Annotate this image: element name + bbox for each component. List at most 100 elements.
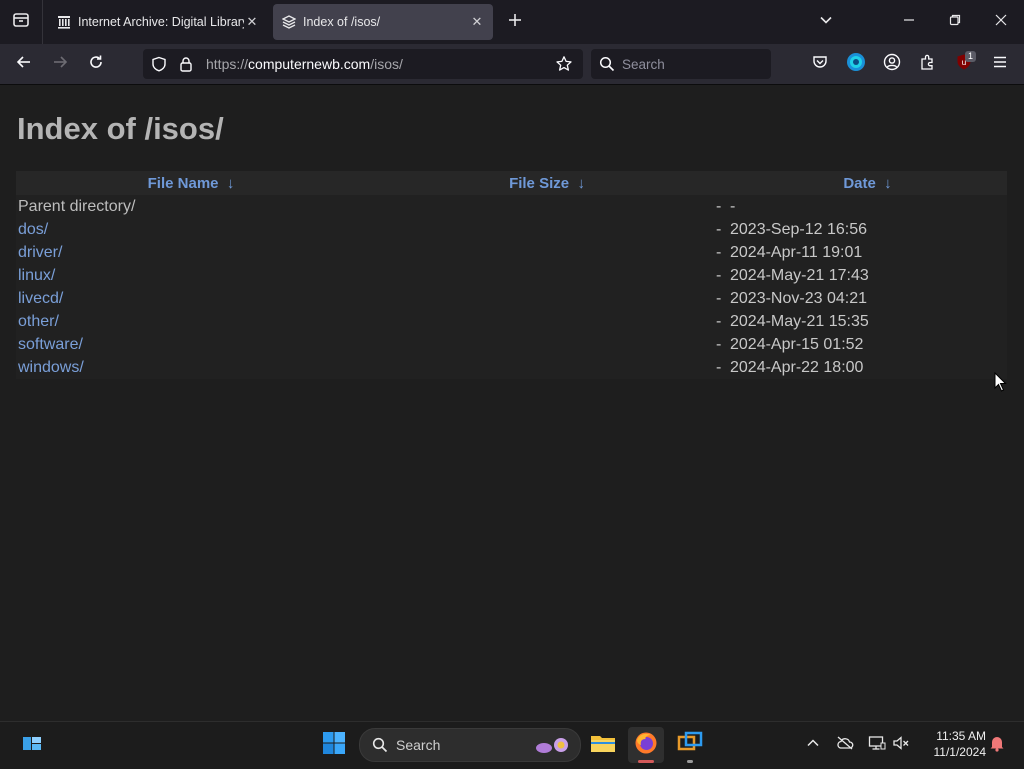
table-row: linux/ -2024-May-21 17:43: [16, 264, 1007, 287]
taskbar-search-label: Search: [396, 737, 441, 753]
folder-icon: [590, 732, 616, 759]
url-path: /isos/: [370, 56, 403, 72]
account-button[interactable]: [876, 48, 908, 80]
directory-link[interactable]: dos/: [18, 221, 48, 238]
lock-icon[interactable]: [179, 56, 193, 77]
page-title: Index of /isos/: [17, 111, 224, 146]
directory-link[interactable]: linux/: [18, 267, 55, 284]
firefox-taskbar-button[interactable]: [628, 727, 664, 763]
directory-link[interactable]: software/: [18, 336, 83, 353]
page-content: Index of /isos/ File Name ↓ File Size ↓ …: [0, 85, 1024, 721]
file-name-cell: dos/: [16, 218, 366, 241]
arrow-left-icon: [16, 54, 32, 75]
tab-list-icon: [12, 11, 30, 34]
app-menu-button[interactable]: [984, 48, 1016, 80]
date-cell: 2024-May-21 15:35: [730, 312, 869, 330]
puzzle-piece-icon: [919, 53, 937, 76]
notification-center-button[interactable]: [986, 734, 1008, 756]
plus-icon: [508, 13, 522, 32]
file-name-cell: driver/: [16, 241, 366, 264]
file-size-cell: -: [716, 312, 722, 330]
tab-list-button[interactable]: [0, 0, 43, 44]
remote-desktop-icon: [677, 731, 703, 760]
globe-extension-icon: [846, 52, 866, 77]
mouse-cursor-icon: [994, 371, 1008, 397]
network-monitor-icon: [868, 735, 886, 756]
extensions-button[interactable]: [912, 48, 944, 80]
tab-strip: Internet Archive: Digital Library ✕ Inde…: [0, 0, 1024, 44]
directory-link[interactable]: other/: [18, 313, 59, 330]
onedrive-status[interactable]: [834, 734, 856, 756]
table-row: software/ -2024-Apr-15 01:52: [16, 333, 1007, 356]
file-size-cell: -: [716, 266, 722, 284]
virtual-desktop-app-button[interactable]: [672, 727, 708, 763]
column-header-file-name[interactable]: File Name ↓: [16, 171, 366, 195]
close-icon: [995, 13, 1007, 31]
windows-logo-icon: [322, 731, 346, 760]
close-window-button[interactable]: [978, 0, 1024, 44]
date-cell: 2024-May-21 17:43: [730, 266, 869, 284]
account-icon: [883, 53, 901, 76]
taskbar-search-box[interactable]: Search: [359, 728, 581, 762]
clock-time: 11:35 AM: [936, 729, 986, 743]
close-tab-icon[interactable]: ✕: [244, 14, 260, 30]
show-hidden-icons-button[interactable]: [802, 734, 824, 756]
date-cell: 2024-Apr-15 01:52: [730, 335, 864, 353]
volume-status[interactable]: [890, 734, 912, 756]
tab-index-isos[interactable]: Index of /isos/ ✕: [273, 4, 493, 40]
file-name-cell: Parent directory/: [16, 195, 366, 218]
chevron-up-icon: [806, 736, 820, 755]
arrow-right-icon: [52, 54, 68, 75]
file-name-cell: other/: [16, 310, 366, 333]
tab-title: Internet Archive: Digital Library: [78, 15, 244, 29]
table-row: livecd/ -2023-Nov-23 04:21: [16, 287, 1007, 310]
file-name-cell: software/: [16, 333, 366, 356]
network-status[interactable]: [866, 734, 888, 756]
tracking-protection-shield-icon[interactable]: [151, 56, 167, 77]
date-cell: 2024-Apr-11 19:01: [730, 243, 863, 261]
search-icon: [372, 737, 388, 758]
date-cell: -: [730, 197, 736, 215]
search-icon: [599, 56, 615, 77]
url-text: https://computernewb.com/isos/: [206, 56, 403, 72]
ublock-origin-button[interactable]: u 1: [948, 48, 980, 80]
table-row: other/ -2024-May-21 15:35: [16, 310, 1007, 333]
file-size-cell: -: [716, 243, 722, 261]
column-header-file-size[interactable]: File Size ↓: [366, 171, 728, 195]
tab-internet-archive[interactable]: Internet Archive: Digital Library ✕: [48, 4, 268, 40]
system-clock[interactable]: 11:35 AM 11/1/2024: [920, 728, 987, 760]
file-explorer-button[interactable]: [585, 727, 621, 763]
reload-button[interactable]: [80, 48, 112, 80]
url-prefix: https://: [206, 56, 249, 72]
table-row: dos/ -2023-Sep-12 16:56: [16, 218, 1007, 241]
table-row: driver/ -2024-Apr-11 19:01: [16, 241, 1007, 264]
hamburger-menu-icon: [992, 54, 1008, 75]
vpn-extension-button[interactable]: [840, 48, 872, 80]
directory-link[interactable]: livecd/: [18, 290, 63, 307]
running-indicator: [638, 760, 654, 763]
forward-button[interactable]: [44, 48, 76, 80]
taskbar: Search 11:35 AM 11/1/2024: [0, 721, 1024, 769]
back-button[interactable]: [8, 48, 40, 80]
minimize-button[interactable]: [886, 0, 932, 44]
table-header-row: File Name ↓ File Size ↓ Date ↓: [16, 171, 1007, 195]
parent-directory-link[interactable]: Parent directory/: [18, 198, 135, 215]
file-size-cell: -: [716, 220, 722, 238]
url-domain: computernewb.com: [248, 56, 371, 72]
list-all-tabs-button[interactable]: [803, 0, 849, 44]
date-cell: 2023-Nov-23 04:21: [730, 289, 867, 307]
directory-link[interactable]: windows/: [18, 359, 84, 376]
directory-link[interactable]: driver/: [18, 244, 62, 261]
file-name-cell: linux/: [16, 264, 366, 287]
column-header-date[interactable]: Date ↓: [728, 171, 1007, 195]
close-tab-icon[interactable]: ✕: [469, 14, 485, 30]
restore-button[interactable]: [932, 0, 978, 44]
new-tab-button[interactable]: [502, 8, 528, 36]
widgets-button[interactable]: [14, 727, 50, 763]
pocket-button[interactable]: [804, 48, 836, 80]
file-name-cell: windows/: [16, 356, 366, 379]
start-button[interactable]: [316, 727, 352, 763]
search-bar[interactable]: Search: [591, 49, 771, 79]
address-bar[interactable]: https://computernewb.com/isos/: [143, 49, 583, 79]
bookmark-star-icon[interactable]: [555, 55, 573, 78]
